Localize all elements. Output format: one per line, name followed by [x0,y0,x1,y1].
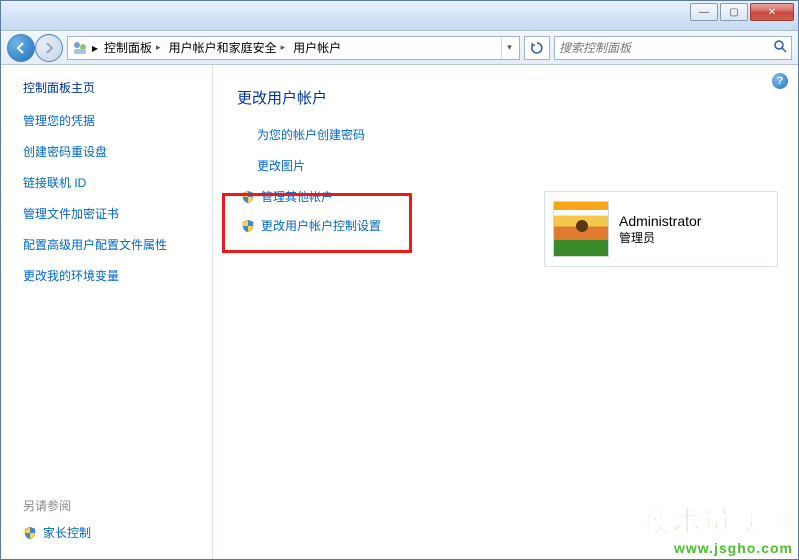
user-accounts-icon [72,40,88,56]
sidebar-bottom: 另请参阅 家长控制 [23,497,196,549]
body: 控制面板主页 管理您的凭据 创建密码重设盘 链接联机 ID 管理文件加密证书 配… [1,65,798,559]
sidebar-link-password-reset[interactable]: 创建密码重设盘 [23,143,196,160]
maximize-button[interactable]: ▢ [720,3,748,21]
address-bar[interactable]: ▸ 控制面板 ▸ 用户帐户和家庭安全 ▸ 用户帐户 ▾ [67,36,520,60]
search-icon[interactable] [773,39,787,56]
breadcrumb-label: 用户帐户和家庭安全 [169,39,277,56]
account-info: Administrator 管理员 [619,213,701,246]
search-input[interactable] [559,41,773,55]
page-title: 更改用户帐户 [237,87,778,108]
breadcrumb-label: 控制面板 [104,39,152,56]
sidebar-link-encryption-certs[interactable]: 管理文件加密证书 [23,205,196,222]
breadcrumb-item[interactable]: 用户帐户和家庭安全 ▸ [167,39,288,56]
account-name: Administrator [619,213,701,229]
address-dropdown[interactable]: ▾ [501,37,517,59]
sidebar-link-credentials[interactable]: 管理您的凭据 [23,112,196,129]
chevron-right-icon: ▸ [156,42,161,53]
help-icon[interactable]: ? [772,73,788,89]
shield-icon [241,190,255,204]
breadcrumb-item[interactable]: 用户帐户 [291,39,343,56]
account-card: Administrator 管理员 [544,191,778,267]
window-controls: — ▢ ✕ [690,3,794,21]
sidebar-link-advanced-profile[interactable]: 配置高级用户配置文件属性 [23,236,196,253]
refresh-button[interactable] [524,36,550,60]
navbar: ▸ 控制面板 ▸ 用户帐户和家庭安全 ▸ 用户帐户 ▾ [1,31,798,65]
nav-buttons [7,34,63,62]
control-panel-window: — ▢ ✕ ▸ 控制面板 ▸ 用户帐户和家庭安全 ▸ [0,0,799,560]
task-label: 更改用户帐户控制设置 [261,217,381,234]
shield-icon [23,526,37,540]
minimize-button[interactable]: — [690,3,718,21]
see-also-heading: 另请参阅 [23,497,196,514]
avatar [553,201,609,257]
sidebar-title[interactable]: 控制面板主页 [23,79,196,96]
breadcrumb-item[interactable]: 控制面板 ▸ [102,39,163,56]
sidebar-link-env-vars[interactable]: 更改我的环境变量 [23,267,196,284]
main-panel: ? 更改用户帐户 为您的帐户创建密码 更改图片 管理其他帐户 更改用户帐户控制设… [213,65,798,559]
sidebar: 控制面板主页 管理您的凭据 创建密码重设盘 链接联机 ID 管理文件加密证书 配… [1,65,213,559]
forward-button[interactable] [35,34,63,62]
account-role: 管理员 [619,229,701,246]
chevron-right-icon: ▸ [92,41,98,55]
shield-icon [241,219,255,233]
task-change-picture[interactable]: 更改图片 [257,157,778,174]
task-create-password[interactable]: 为您的帐户创建密码 [257,126,778,143]
task-label: 管理其他帐户 [261,188,333,205]
chevron-right-icon: ▸ [281,42,286,53]
back-button[interactable] [7,34,35,62]
sidebar-link-label: 家长控制 [43,524,91,541]
sidebar-link-online-id[interactable]: 链接联机 ID [23,174,196,191]
breadcrumb-label: 用户帐户 [293,39,341,56]
titlebar: — ▢ ✕ [1,1,798,31]
close-button[interactable]: ✕ [750,3,794,21]
search-box[interactable] [554,36,792,60]
sidebar-link-parental[interactable]: 家长控制 [23,524,196,541]
